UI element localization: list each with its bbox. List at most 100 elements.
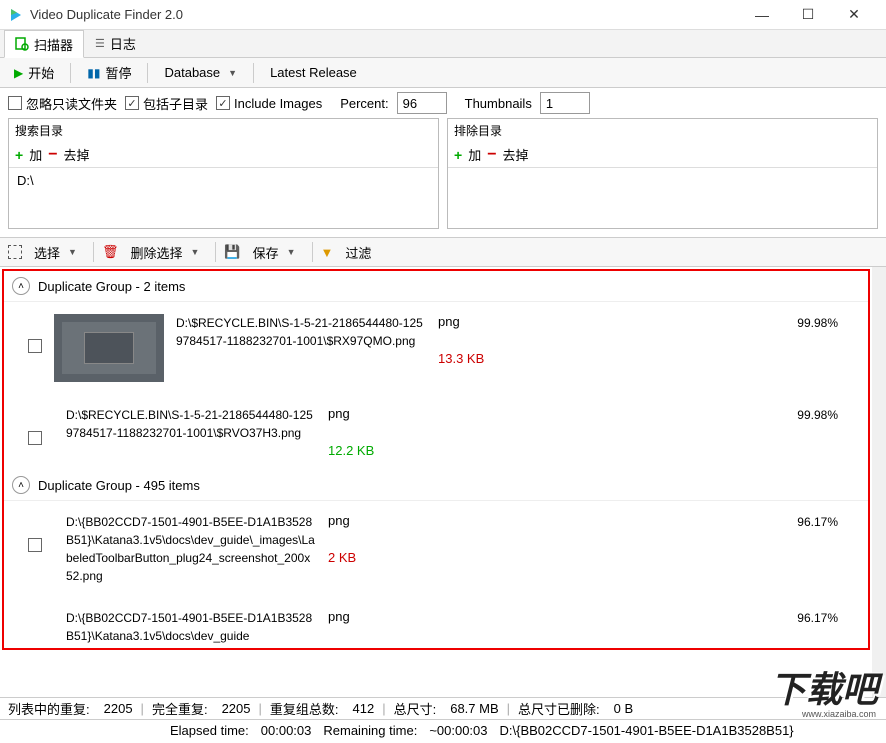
titlebar: Video Duplicate Finder 2.0 — ☐ ✕ [0, 0, 886, 30]
results-highlight: ˄ Duplicate Group - 2 items D:\$RECYCLE.… [2, 269, 870, 650]
item-checkbox[interactable] [28, 431, 42, 445]
add-exclude-dir-button[interactable]: 加 [468, 145, 481, 164]
add-search-dir-button[interactable]: 加 [29, 145, 42, 164]
database-label: Database [164, 65, 220, 80]
select-icon [8, 245, 22, 259]
search-dirs-list[interactable]: D:\ [9, 168, 438, 228]
percent-input[interactable] [397, 92, 447, 114]
close-button[interactable]: ✕ [840, 4, 868, 26]
chevron-down-icon: ▼ [68, 247, 77, 257]
result-item[interactable]: D:\$RECYCLE.BIN\S-1-5-21-2186544480-1259… [4, 394, 868, 470]
item-checkbox[interactable] [28, 538, 42, 552]
chevron-down-icon: ▼ [190, 247, 199, 257]
separator [70, 63, 71, 83]
exclude-dirs-toolbar: + 加 − 去掉 [448, 142, 877, 168]
elapsed-value: 00:00:03 [261, 723, 312, 738]
log-icon: ☰ [95, 37, 105, 50]
collapse-icon[interactable]: ˄ [12, 476, 30, 494]
item-path: D:\$RECYCLE.BIN\S-1-5-21-2186544480-1259… [66, 406, 316, 442]
search-dirs-title: 搜索目录 [9, 119, 438, 142]
tab-bar: 扫描器 ☰ 日志 [0, 30, 886, 58]
start-button[interactable]: ▶ 开始 [6, 60, 62, 85]
collapse-icon[interactable]: ˄ [12, 277, 30, 295]
options-row: 忽略只读文件夹 ✓ 包括子目录 ✓ Include Images Percent… [0, 88, 886, 118]
trash-icon: 🗑 [102, 244, 119, 260]
item-format: png [328, 406, 458, 421]
result-item[interactable]: D:\{BB02CCD7-1501-4901-B5EE-D1A1B3528B51… [4, 501, 868, 597]
item-similarity: 99.98% [797, 408, 858, 422]
item-size: 13.3 KB [438, 351, 568, 366]
remove-exclude-dir-button[interactable]: 去掉 [503, 145, 529, 164]
save-label: 保存 [253, 243, 279, 262]
save-icon: 💾 [224, 244, 240, 260]
item-checkbox[interactable] [28, 339, 42, 353]
separator [215, 242, 216, 262]
deleted-size-label: 总尺寸已删除: [518, 699, 600, 718]
group-total-value: 412 [353, 701, 375, 716]
group-header[interactable]: ˄ Duplicate Group - 495 items [4, 470, 868, 501]
pause-button[interactable]: ▮▮ 暂停 [79, 60, 139, 85]
separator [312, 242, 313, 262]
total-size-label: 总尺寸: [394, 699, 437, 718]
group-title: Duplicate Group - 2 items [38, 279, 185, 294]
group-header[interactable]: ˄ Duplicate Group - 2 items [4, 271, 868, 302]
separator [253, 63, 254, 83]
select-dropdown[interactable]: 选择 ▼ [26, 240, 85, 265]
search-dir-item[interactable]: D:\ [17, 173, 430, 188]
result-item[interactable]: D:\{BB02CCD7-1501-4901-B5EE-D1A1B3528B51… [4, 597, 868, 648]
minimize-button[interactable]: — [748, 4, 776, 26]
item-size: 12.2 KB [328, 443, 458, 458]
thumbnails-input[interactable] [540, 92, 590, 114]
action-bar: 选择 ▼ 🗑 删除选择 ▼ 💾 保存 ▼ ▼ 过滤 [0, 237, 886, 267]
item-format: png [328, 609, 458, 624]
status-bar-1: 列表中的重复: 2205 | 完全重复: 2205 | 重复组总数: 412 |… [0, 697, 886, 719]
tab-scanner[interactable]: 扫描器 [4, 30, 84, 58]
plus-icon: + [454, 147, 462, 163]
plus-icon: + [15, 147, 23, 163]
item-info: png 2 KB [328, 513, 458, 565]
exclude-dirs-list[interactable] [448, 168, 877, 228]
pause-label: 暂停 [105, 63, 131, 82]
checkbox-icon: ✓ [216, 96, 230, 110]
chevron-down-icon: ▼ [287, 247, 296, 257]
latest-release-button[interactable]: Latest Release [262, 62, 365, 83]
scanner-icon [15, 37, 29, 51]
remove-search-dir-button[interactable]: 去掉 [64, 145, 90, 164]
checkbox-icon [8, 96, 22, 110]
maximize-button[interactable]: ☐ [794, 4, 822, 26]
filter-icon: ▼ [321, 245, 334, 260]
checkbox-icon: ✓ [125, 96, 139, 110]
item-similarity: 96.17% [797, 515, 858, 529]
include-images-checkbox[interactable]: ✓ Include Images [216, 96, 322, 111]
results-area[interactable]: ˄ Duplicate Group - 2 items D:\$RECYCLE.… [0, 267, 886, 697]
minus-icon: − [487, 146, 496, 164]
item-similarity: 99.98% [797, 316, 858, 330]
current-path: D:\{BB02CCD7-1501-4901-B5EE-D1A1B3528B51… [500, 723, 794, 738]
search-dirs-panel: 搜索目录 + 加 − 去掉 D:\ [8, 118, 439, 229]
total-size-value: 68.7 MB [450, 701, 498, 716]
full-dup-label: 完全重复: [152, 699, 208, 718]
include-subdirs-label: 包括子目录 [143, 94, 208, 113]
item-format: png [438, 314, 568, 329]
play-icon: ▶ [14, 66, 23, 80]
include-subdirs-checkbox[interactable]: ✓ 包括子目录 [125, 94, 208, 113]
filter-button[interactable]: 过滤 [337, 240, 379, 265]
item-path: D:\{BB02CCD7-1501-4901-B5EE-D1A1B3528B51… [66, 609, 316, 645]
ignore-readonly-checkbox[interactable]: 忽略只读文件夹 [8, 94, 117, 113]
separator [93, 242, 94, 262]
tab-log-label: 日志 [110, 34, 136, 53]
remaining-value: ~00:00:03 [429, 723, 487, 738]
tab-scanner-label: 扫描器 [34, 35, 73, 54]
list-dup-label: 列表中的重复: [8, 699, 90, 718]
database-dropdown[interactable]: Database ▼ [156, 62, 245, 83]
filter-label: 过滤 [345, 243, 371, 262]
tab-log[interactable]: ☰ 日志 [84, 30, 147, 57]
thumbnail [54, 314, 164, 382]
ignore-readonly-label: 忽略只读文件夹 [26, 94, 117, 113]
item-info: png [328, 609, 458, 624]
result-item[interactable]: D:\$RECYCLE.BIN\S-1-5-21-2186544480-1259… [4, 302, 868, 394]
save-dropdown[interactable]: 保存 ▼ [245, 240, 304, 265]
delete-selected-dropdown[interactable]: 删除选择 ▼ [122, 240, 207, 265]
delete-selected-label: 删除选择 [130, 243, 182, 262]
list-dup-value: 2205 [104, 701, 133, 716]
